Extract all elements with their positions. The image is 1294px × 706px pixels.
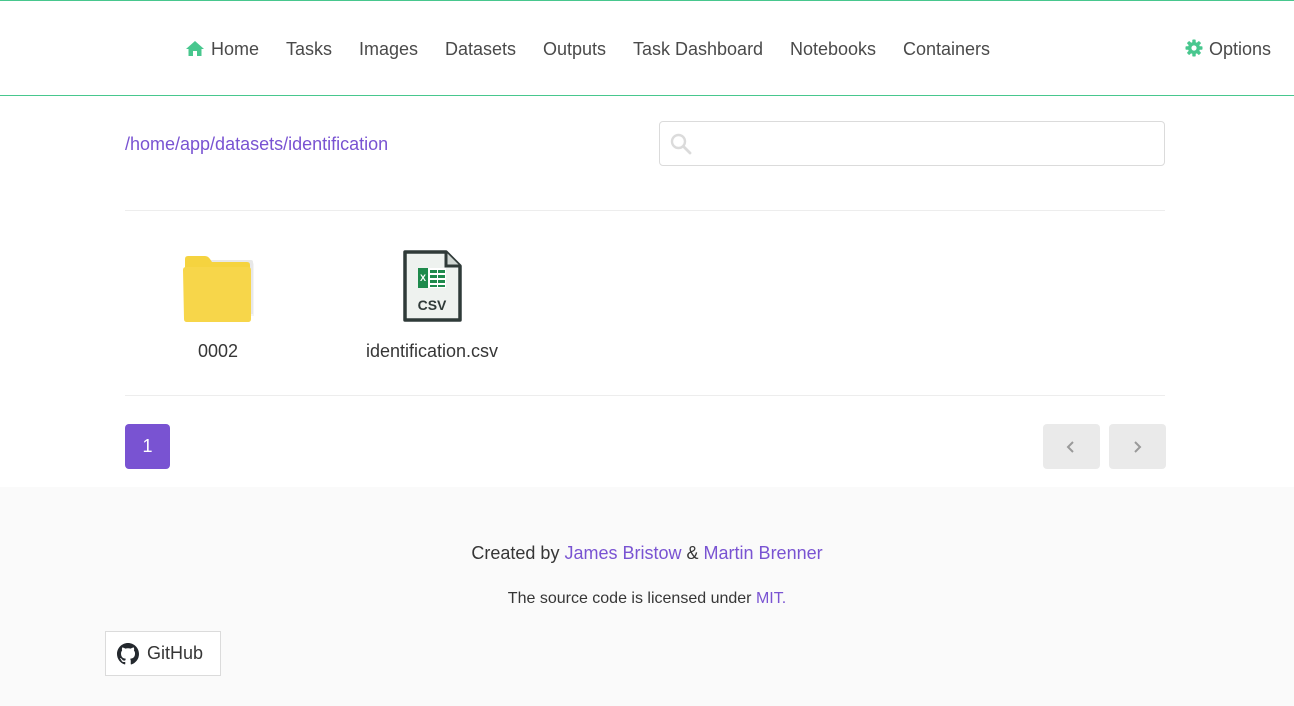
nav-home[interactable]: Home: [185, 38, 259, 60]
nav-notebooks[interactable]: Notebooks: [790, 38, 876, 60]
credits-ampersand: &: [686, 543, 699, 563]
nav-home-label: Home: [211, 39, 260, 59]
github-label: GitHub: [147, 643, 204, 663]
svg-text:X: X: [420, 273, 426, 283]
nav-options[interactable]: Options: [1185, 38, 1271, 60]
chevron-right-icon: [1134, 441, 1142, 453]
github-button[interactable]: GitHub: [105, 631, 221, 676]
nav-containers[interactable]: Containers: [903, 38, 990, 60]
author-link-james-bristow[interactable]: James Bristow: [564, 543, 681, 563]
chevron-left-icon: [1066, 441, 1074, 453]
license-link-mit[interactable]: MIT.: [756, 590, 786, 607]
breadcrumb-path[interactable]: /home/app/datasets/identification: [125, 134, 388, 155]
file-item-folder[interactable]: 0002: [168, 250, 268, 362]
nav-datasets[interactable]: Datasets: [445, 38, 516, 60]
search-box: [659, 121, 1165, 167]
gear-icon: [1185, 39, 1203, 57]
nav-task-dashboard[interactable]: Task Dashboard: [633, 38, 763, 60]
author-link-martin-brenner[interactable]: Martin Brenner: [704, 543, 823, 563]
nav-tasks[interactable]: Tasks: [286, 38, 332, 60]
divider-top: [125, 210, 1165, 211]
divider-bottom: [125, 395, 1165, 396]
footer-credits: Created by James Bristow & Martin Brenne…: [0, 543, 1294, 564]
search-icon: [670, 133, 692, 155]
nav-images[interactable]: Images: [359, 38, 418, 60]
license-link-label: MIT: [755, 590, 782, 607]
csv-file-icon: X CSV: [403, 250, 462, 322]
pagination-page-1[interactable]: 1: [125, 424, 170, 469]
credits-prefix: Created by: [471, 543, 560, 563]
license-link-suffix: .: [781, 590, 787, 607]
nav-outputs[interactable]: Outputs: [543, 38, 606, 60]
footer-license: The source code is licensed under MIT.: [0, 590, 1294, 608]
svg-text:CSV: CSV: [418, 297, 447, 313]
pagination-next-button[interactable]: [1109, 424, 1166, 469]
file-name-folder: 0002: [197, 341, 239, 361]
top-navbar: Home Tasks Images Datasets Outputs Task …: [0, 0, 1294, 96]
folder-icon: [183, 256, 254, 322]
file-item-csv[interactable]: X CSV identification.csv: [362, 250, 502, 362]
nav-options-label: Options: [1209, 39, 1272, 59]
pagination-prev-button[interactable]: [1043, 424, 1100, 469]
home-icon: [186, 41, 204, 56]
license-text: The source code is licensed under: [507, 590, 752, 607]
search-input[interactable]: [700, 122, 1154, 167]
file-name-csv: identification.csv: [365, 341, 499, 361]
github-icon: [117, 643, 139, 665]
